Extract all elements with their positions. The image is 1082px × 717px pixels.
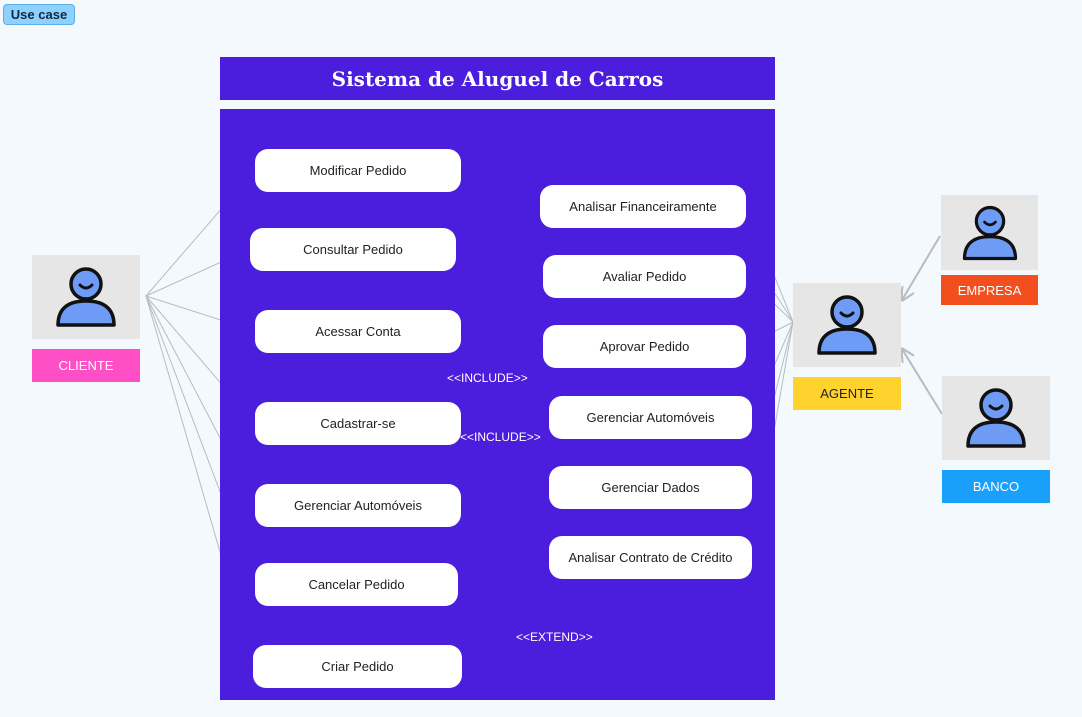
use-case-modificar-pedido[interactable]: Modificar Pedido bbox=[255, 149, 461, 192]
gen-empresa-agente bbox=[902, 235, 941, 300]
use-case-criar-pedido[interactable]: Criar Pedido bbox=[253, 645, 462, 688]
use-case-gerenciar-dados[interactable]: Gerenciar Dados bbox=[549, 466, 752, 509]
gen-banco-agente bbox=[902, 349, 943, 415]
use-case-analisar-contrato-credito[interactable]: Analisar Contrato de Crédito bbox=[549, 536, 752, 579]
use-case-consultar-pedido[interactable]: Consultar Pedido bbox=[250, 228, 456, 271]
use-case-cadastrar-se[interactable]: Cadastrar-se bbox=[255, 402, 461, 445]
use-case-aprovar-pedido[interactable]: Aprovar Pedido bbox=[543, 325, 746, 368]
extend-label: <<EXTEND>> bbox=[516, 630, 593, 644]
actor-agente-label: AGENTE bbox=[793, 377, 901, 410]
use-case-acessar-conta[interactable]: Acessar Conta bbox=[255, 310, 461, 353]
actor-cliente-label: CLIENTE bbox=[32, 349, 140, 382]
include-label-1: <<INCLUDE>> bbox=[447, 371, 528, 385]
use-case-analisar-financeiramente[interactable]: Analisar Financeiramente bbox=[540, 185, 746, 228]
use-case-avaliar-pedido[interactable]: Avaliar Pedido bbox=[543, 255, 746, 298]
use-case-gerenciar-automoveis-cliente[interactable]: Gerenciar Automóveis bbox=[255, 484, 461, 527]
actor-banco-label: BANCO bbox=[942, 470, 1050, 503]
actor-agente-tile[interactable] bbox=[793, 283, 901, 367]
actor-empresa-label: EMPRESA bbox=[941, 275, 1038, 305]
person-icon bbox=[817, 295, 877, 355]
include-label-2: <<INCLUDE>> bbox=[460, 430, 541, 444]
actor-cliente-tile[interactable] bbox=[32, 255, 140, 339]
person-icon bbox=[56, 267, 116, 327]
person-icon bbox=[966, 388, 1026, 448]
use-case-gerenciar-automoveis-agente[interactable]: Gerenciar Automóveis bbox=[549, 396, 752, 439]
person-icon bbox=[962, 205, 1017, 260]
actor-empresa-tile[interactable] bbox=[941, 195, 1038, 270]
system-title: Sistema de Aluguel de Carros bbox=[220, 57, 775, 100]
use-case-cancelar-pedido[interactable]: Cancelar Pedido bbox=[255, 563, 458, 606]
actor-banco-tile[interactable] bbox=[942, 376, 1050, 460]
